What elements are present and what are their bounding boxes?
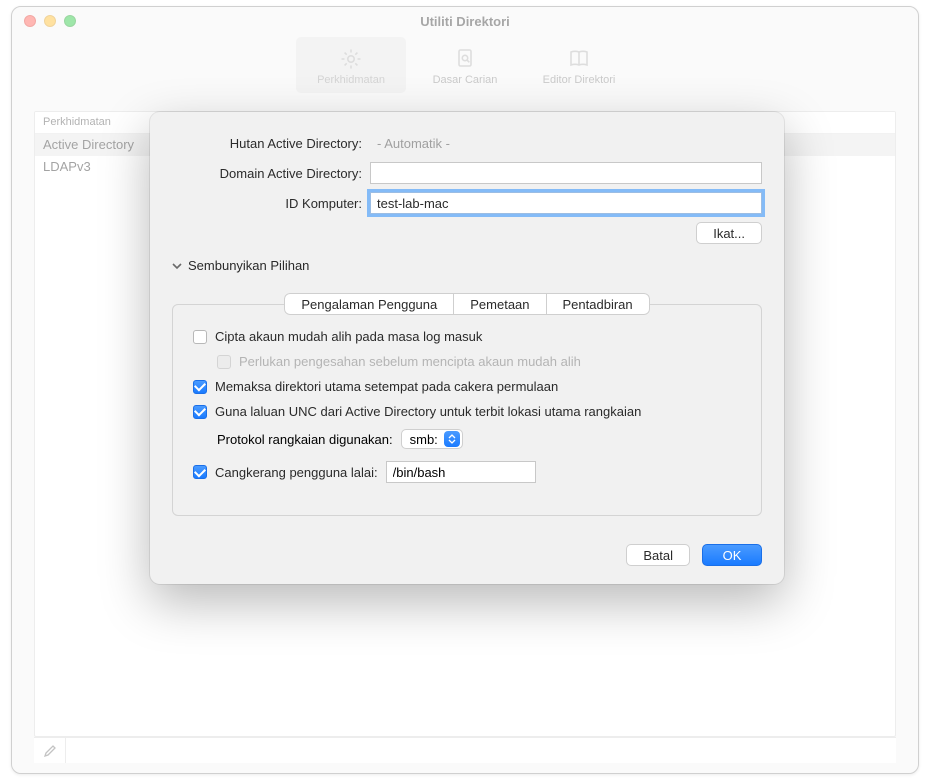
tab-administrative[interactable]: Pentadbiran: [547, 293, 650, 315]
forest-label: Hutan Active Directory:: [172, 136, 370, 151]
protocol-value: smb:: [410, 432, 438, 447]
bind-button[interactable]: Ikat...: [696, 222, 762, 244]
footer: Klik kunci untuk mengelakkan perubahan s…: [12, 773, 918, 774]
user-experience-pane: Cipta akaun mudah alih pada masa log mas…: [172, 304, 762, 516]
require-confirm-label: Perlukan pengesahan sebelum mencipta aka…: [239, 354, 581, 369]
use-unc-checkbox[interactable]: [193, 405, 207, 419]
use-unc-label: Guna laluan UNC dari Active Directory un…: [215, 404, 641, 419]
ok-button[interactable]: OK: [702, 544, 762, 566]
force-local-checkbox[interactable]: [193, 380, 207, 394]
default-shell-label: Cangkerang pengguna lalai:: [215, 465, 378, 480]
options-tabs: Pengalaman Pengguna Pemetaan Pentadbiran: [172, 283, 762, 305]
popup-arrows-icon: [444, 431, 460, 447]
chevron-down-icon: [172, 261, 182, 271]
create-mobile-label: Cipta akaun mudah alih pada masa log mas…: [215, 329, 482, 344]
forest-input[interactable]: [370, 132, 762, 154]
domain-label: Domain Active Directory:: [172, 166, 370, 181]
force-local-label: Memaksa direktori utama setempat pada ca…: [215, 379, 558, 394]
default-shell-checkbox[interactable]: [193, 465, 207, 479]
protocol-label: Protokol rangkaian digunakan:: [217, 432, 393, 447]
cancel-button[interactable]: Batal: [626, 544, 690, 566]
disclosure-label: Sembunyikan Pilihan: [188, 258, 309, 273]
default-shell-input[interactable]: [386, 461, 536, 483]
tab-user-experience[interactable]: Pengalaman Pengguna: [284, 293, 454, 315]
create-mobile-checkbox[interactable]: [193, 330, 207, 344]
protocol-popup[interactable]: smb:: [401, 429, 463, 449]
domain-input[interactable]: [370, 162, 762, 184]
active-directory-sheet: Hutan Active Directory: Domain Active Di…: [150, 112, 784, 584]
require-confirm-checkbox: [217, 355, 231, 369]
tab-mappings[interactable]: Pemetaan: [454, 293, 546, 315]
computer-id-label: ID Komputer:: [172, 196, 370, 211]
computer-id-input[interactable]: [370, 192, 762, 214]
disclosure-toggle[interactable]: Sembunyikan Pilihan: [172, 258, 762, 273]
